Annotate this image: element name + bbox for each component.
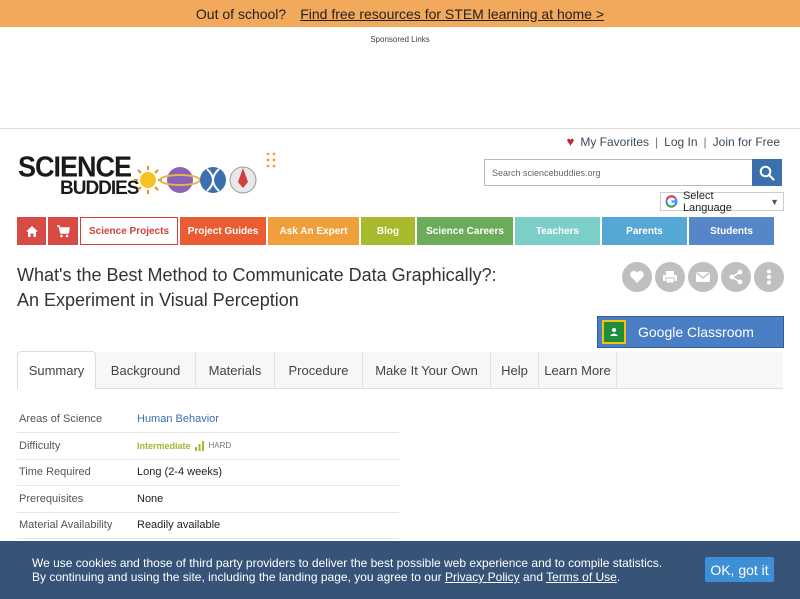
main-nav: Science Projects Project Guides Ask An E…	[17, 217, 774, 245]
tab-help[interactable]: Help	[491, 352, 539, 388]
cookie-and-text: and	[519, 570, 547, 584]
tab-summary[interactable]: Summary	[17, 351, 96, 389]
google-classroom-icon	[602, 320, 626, 344]
prerequisites-label: Prerequisites	[17, 485, 137, 513]
time-required-value: Long (2-4 weeks)	[137, 459, 399, 486]
heart-icon	[630, 270, 644, 283]
email-button[interactable]	[688, 262, 718, 292]
table-row: Areas of Science Human Behavior	[17, 406, 399, 433]
tab-learn-more[interactable]: Learn More	[539, 352, 617, 388]
time-required-label: Time Required	[17, 459, 137, 486]
tab-materials[interactable]: Materials	[196, 352, 275, 388]
nav-students[interactable]: Students	[689, 217, 774, 245]
tab-procedure[interactable]: Procedure	[275, 352, 363, 388]
difficulty-value: Intermediate	[137, 440, 191, 451]
cookie-banner: We use cookies and those of third party …	[0, 541, 800, 599]
table-row: Material Availability Readily available	[17, 512, 399, 539]
terms-of-use-link[interactable]: Terms of Use	[546, 570, 617, 584]
chevron-down-icon: ▼	[770, 196, 779, 207]
tab-background[interactable]: Background	[96, 352, 196, 388]
share-toolbar	[622, 262, 784, 292]
separator: |	[655, 134, 659, 149]
google-g-icon	[665, 195, 678, 208]
cookie-end-text: .	[616, 570, 621, 584]
project-tabs: Summary Background Materials Procedure M…	[17, 351, 783, 389]
cookie-message: We use cookies and those of third party …	[32, 556, 662, 584]
nav-project-guides[interactable]: Project Guides	[180, 217, 266, 245]
table-row: Prerequisites None	[17, 485, 399, 513]
envelope-icon	[696, 271, 710, 282]
nav-science-projects[interactable]: Science Projects	[80, 217, 178, 245]
my-favorites-link[interactable]: My Favorites	[580, 135, 649, 149]
nav-blog[interactable]: Blog	[361, 217, 415, 245]
header-divider	[0, 128, 800, 129]
nav-parents[interactable]: Parents	[602, 217, 687, 245]
heart-icon: ♥	[566, 134, 575, 149]
table-row: Time Required Long (2-4 weeks)	[17, 459, 399, 486]
google-classroom-label: Google Classroom	[638, 324, 754, 340]
difficulty-label: Difficulty	[17, 432, 137, 460]
select-language-label: Select Language	[682, 189, 732, 214]
printer-icon	[663, 271, 677, 284]
human-behavior-link[interactable]: Human Behavior	[137, 413, 219, 425]
page-title-line-2: An Experiment in Visual Perception	[17, 290, 299, 310]
log-in-link[interactable]: Log In	[664, 135, 697, 149]
search-input[interactable]	[484, 159, 752, 186]
nav-home-button[interactable]	[17, 217, 46, 245]
difficulty-bars-icon	[194, 440, 204, 451]
nav-cart-button[interactable]	[48, 217, 78, 245]
home-icon	[25, 225, 38, 237]
cookie-ok-button[interactable]: OK, got it	[705, 557, 774, 582]
promo-bar: Out of school? Find free resources for S…	[0, 0, 800, 27]
table-row: Difficulty Intermediate HARD	[17, 432, 399, 460]
vertical-dots-icon	[767, 269, 771, 285]
nav-teachers[interactable]: Teachers	[515, 217, 600, 245]
prerequisites-value: None	[137, 485, 399, 513]
more-options-button[interactable]	[754, 262, 784, 292]
sponsored-links-label: Sponsored Links	[370, 35, 430, 44]
ad-space	[0, 48, 800, 128]
share-button[interactable]	[721, 262, 751, 292]
privacy-policy-link[interactable]: Privacy Policy	[445, 570, 520, 584]
difficulty-max-label: HARD	[208, 441, 232, 451]
cookie-message-line-1: We use cookies and those of third party …	[32, 556, 663, 570]
promo-lead-text: Out of school?	[195, 5, 287, 22]
select-language-dropdown[interactable]: Select Language ▼	[660, 189, 784, 214]
nav-ask-an-expert[interactable]: Ask An Expert	[268, 217, 359, 245]
favorite-button[interactable]	[622, 262, 652, 292]
page-title: What's the Best Method to Communicate Da…	[17, 263, 577, 313]
logo-science-icons	[134, 152, 276, 194]
material-availability-label: Material Availability	[17, 512, 137, 539]
tab-make-it-your-own[interactable]: Make It Your Own	[363, 352, 491, 388]
separator: |	[703, 134, 707, 149]
user-links: ♥ My Favorites | Log In | Join for Free	[567, 134, 780, 149]
promo-stem-link[interactable]: Find free resources for STEM learning at…	[300, 6, 604, 22]
site-search	[484, 159, 782, 186]
cookie-message-line-2: By continuing and using the site, includ…	[32, 570, 445, 584]
shopping-cart-icon	[57, 224, 70, 237]
join-for-free-link[interactable]: Join for Free	[713, 135, 780, 149]
search-button[interactable]	[752, 159, 782, 186]
logo-word-buddies: BUDDIES	[60, 178, 140, 199]
print-button[interactable]	[655, 262, 685, 292]
areas-of-science-label: Areas of Science	[17, 406, 137, 433]
nav-science-careers[interactable]: Science Careers	[417, 217, 513, 245]
search-icon	[759, 165, 775, 181]
google-classroom-button[interactable]: Google Classroom	[597, 316, 784, 348]
difficulty-indicator: Intermediate HARD	[137, 440, 232, 451]
page-title-line-1: What's the Best Method to Communicate Da…	[17, 265, 497, 285]
material-availability-value: Readily available	[137, 512, 399, 539]
share-icon	[729, 269, 743, 285]
science-buddies-logo[interactable]: SCIENCE BUDDIES	[18, 150, 278, 206]
